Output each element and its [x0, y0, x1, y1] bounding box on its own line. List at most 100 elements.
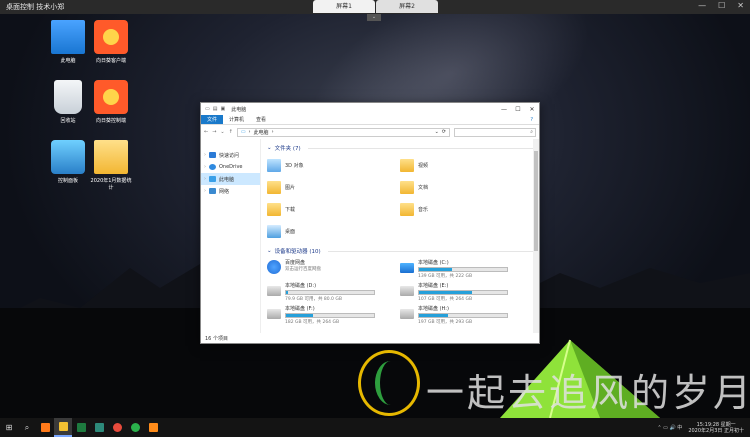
- drive-item-h[interactable]: 本地磁盘 (H:) 197 GB 可用，共 293 GB: [400, 305, 533, 325]
- chevron-right-icon[interactable]: ›: [204, 164, 206, 170]
- desktop-icon-data-folder[interactable]: 2020年1月数据统计: [89, 140, 133, 191]
- taskbar-app-file-explorer[interactable]: [54, 418, 72, 437]
- forward-button[interactable]: →: [212, 129, 216, 135]
- drive-item-c[interactable]: 本地磁盘 (C:) 139 GB 可用，共 222 GB: [400, 259, 533, 279]
- taskbar-app-other[interactable]: [144, 418, 162, 437]
- explorer-title-bar[interactable]: ▭ ▤ ▣ 此电脑 — ☐ ✕: [201, 103, 539, 115]
- baidu-netdisk-icon: [267, 260, 281, 274]
- properties-icon[interactable]: ▤: [213, 106, 218, 112]
- sidebar-item-label: 快速访问: [219, 152, 240, 159]
- folder-item-downloads[interactable]: 下载: [267, 200, 400, 219]
- drive-usage-bar: [418, 267, 508, 272]
- devices-section-header[interactable]: ⌄ 设备和驱动器 (10): [267, 247, 533, 255]
- tab-computer[interactable]: 计算机: [223, 115, 250, 124]
- content-pane[interactable]: ⌄ 文件夹 (7) 3D 对象 视频 图片 文档 下载 音乐 桌面 ⌄ 设备和驱…: [261, 139, 539, 333]
- search-button[interactable]: ⌕: [18, 418, 36, 437]
- folder-item-3d-objects[interactable]: 3D 对象: [267, 156, 400, 175]
- close-button[interactable]: ✕: [737, 1, 744, 10]
- navigation-bar: ← → ⌄ ↑ ▭ › 此电脑 › ⌄ ⟳ ⌕: [201, 125, 539, 139]
- folder-item-videos[interactable]: 视频: [400, 156, 533, 175]
- sidebar-item-label: 网络: [219, 188, 230, 195]
- maximize-button[interactable]: ☐: [511, 106, 525, 113]
- minimize-button[interactable]: —: [698, 1, 706, 10]
- drive-free-space: 139 GB 可用，共 222 GB: [418, 274, 473, 279]
- taskbar-app-wechat[interactable]: [126, 418, 144, 437]
- folder-item-music[interactable]: 音乐: [400, 200, 533, 219]
- chevron-right-icon[interactable]: ›: [204, 152, 206, 158]
- taskbar-app-excel[interactable]: [72, 418, 90, 437]
- desktop-icon-recycle-bin[interactable]: 回收站: [46, 80, 90, 124]
- file-explorer-window[interactable]: ▭ ▤ ▣ 此电脑 — ☐ ✕ 文件 计算机 查看 ? ← → ⌄ ↑ ▭ ›: [200, 102, 540, 344]
- hard-drive-icon: [400, 286, 414, 296]
- folder-label: 音乐: [418, 207, 429, 213]
- vertical-scrollbar[interactable]: [533, 139, 539, 333]
- network-icon: [209, 188, 216, 194]
- section-title: 文件夹 (7): [274, 146, 301, 152]
- section-title: 设备和驱动器 (10): [274, 249, 321, 255]
- taskbar-app-chrome[interactable]: [108, 418, 126, 437]
- remote-desktop[interactable]: ⌄ 此电脑 向日葵客户端 回收站 向日葵控制端 控制面板 2020年1月数据统计…: [0, 14, 750, 418]
- new-folder-icon[interactable]: ▣: [220, 106, 225, 112]
- windows-drive-icon: [400, 263, 414, 273]
- hard-drive-icon: [400, 309, 414, 319]
- folder-icon: [94, 140, 128, 174]
- drive-free-space: 197 GB 可用，共 293 GB: [418, 320, 473, 325]
- drive-item-d[interactable]: 本地磁盘 (D:) 79.9 GB 可用，共 80.0 GB: [267, 282, 400, 302]
- music-folder-icon: [400, 203, 414, 216]
- start-button[interactable]: ⊞: [0, 418, 18, 437]
- close-button[interactable]: ✕: [525, 106, 539, 113]
- drive-item-f[interactable]: 本地磁盘 (F:) 182 GB 可用，共 264 GB: [267, 305, 400, 325]
- desktop-icon-this-pc[interactable]: 此电脑: [46, 20, 90, 64]
- clock-date: 2020年2月3日 正月初十: [688, 427, 744, 434]
- sidebar-item-network[interactable]: › 网络: [201, 185, 260, 197]
- back-button[interactable]: ←: [204, 129, 208, 135]
- chevron-down-icon[interactable]: ⌄: [435, 129, 439, 135]
- folders-section-header[interactable]: ⌄ 文件夹 (7): [267, 144, 533, 152]
- clock[interactable]: 15:19:28 星期一 2020年2月3日 正月初十: [688, 422, 744, 434]
- minimize-button[interactable]: —: [497, 106, 511, 113]
- maximize-button[interactable]: ☐: [718, 1, 725, 10]
- tab-screen-1[interactable]: 屏幕1: [313, 0, 375, 13]
- drive-free-space: 79.9 GB 可用，共 80.0 GB: [285, 297, 342, 302]
- sidebar-item-quick-access[interactable]: › 快速访问: [201, 149, 260, 161]
- folder-item-documents[interactable]: 文档: [400, 178, 533, 197]
- app-icon: [148, 423, 158, 432]
- drive-free-space: 107 GB 可用，共 264 GB: [418, 297, 473, 302]
- drive-item-e[interactable]: 本地磁盘 (E:) 107 GB 可用，共 264 GB: [400, 282, 533, 302]
- recent-locations-button[interactable]: ⌄: [220, 129, 224, 135]
- taskbar-app-sunflower[interactable]: [36, 418, 54, 437]
- up-button[interactable]: ↑: [229, 129, 233, 135]
- quick-access-toolbar: ▭ ▤ ▣: [205, 106, 225, 112]
- drive-free-space: 182 GB 可用，共 264 GB: [285, 320, 340, 325]
- help-button[interactable]: ?: [524, 115, 539, 124]
- refresh-icon[interactable]: ⟳: [442, 129, 449, 135]
- folder-item-desktop[interactable]: 桌面: [267, 222, 400, 241]
- taskbar-app-video[interactable]: [90, 418, 108, 437]
- chevron-right-icon[interactable]: ›: [204, 176, 206, 182]
- search-input[interactable]: ⌕: [454, 127, 536, 137]
- sidebar-item-onedrive[interactable]: › OneDrive: [201, 161, 260, 173]
- drive-usage-bar: [285, 290, 375, 295]
- address-separator: ›: [271, 129, 274, 135]
- tab-screen-2[interactable]: 屏幕2: [376, 0, 438, 13]
- tab-file[interactable]: 文件: [201, 115, 224, 124]
- chevron-right-icon[interactable]: ›: [204, 188, 206, 194]
- explorer-body: › 快速访问 › OneDrive › 此电脑 › 网络 ⌄ 文件夹 (7) 3…: [201, 139, 539, 333]
- folder-item-pictures[interactable]: 图片: [267, 178, 400, 197]
- desktop-icon-label: 向日葵控制端: [95, 118, 126, 124]
- sidebar-item-label: OneDrive: [219, 164, 243, 170]
- drive-usage-bar: [418, 290, 508, 295]
- address-bar[interactable]: ▭ › 此电脑 › ⌄ ⟳: [236, 127, 450, 137]
- desktop-icon-sunflower-client[interactable]: 向日葵客户端: [89, 20, 133, 64]
- tray-icons[interactable]: ⌃ ▭ 🔊 中: [657, 424, 682, 431]
- desktop-icon-control-panel[interactable]: 控制面板: [46, 140, 90, 184]
- sidebar-item-this-pc[interactable]: › 此电脑: [201, 173, 260, 185]
- chevron-down-icon[interactable]: ⌄: [267, 145, 272, 151]
- scrollbar-thumb[interactable]: [534, 151, 538, 251]
- chevron-down-icon[interactable]: ⌄: [267, 248, 272, 254]
- chevron-down-icon[interactable]: ⌄: [367, 14, 381, 21]
- excel-icon: [76, 423, 86, 432]
- desktop-icon-sunflower-control[interactable]: 向日葵控制端: [89, 80, 133, 124]
- drive-item-baidu[interactable]: 百度网盘 双击运行百度网盘: [267, 259, 400, 278]
- tab-view[interactable]: 查看: [250, 115, 272, 124]
